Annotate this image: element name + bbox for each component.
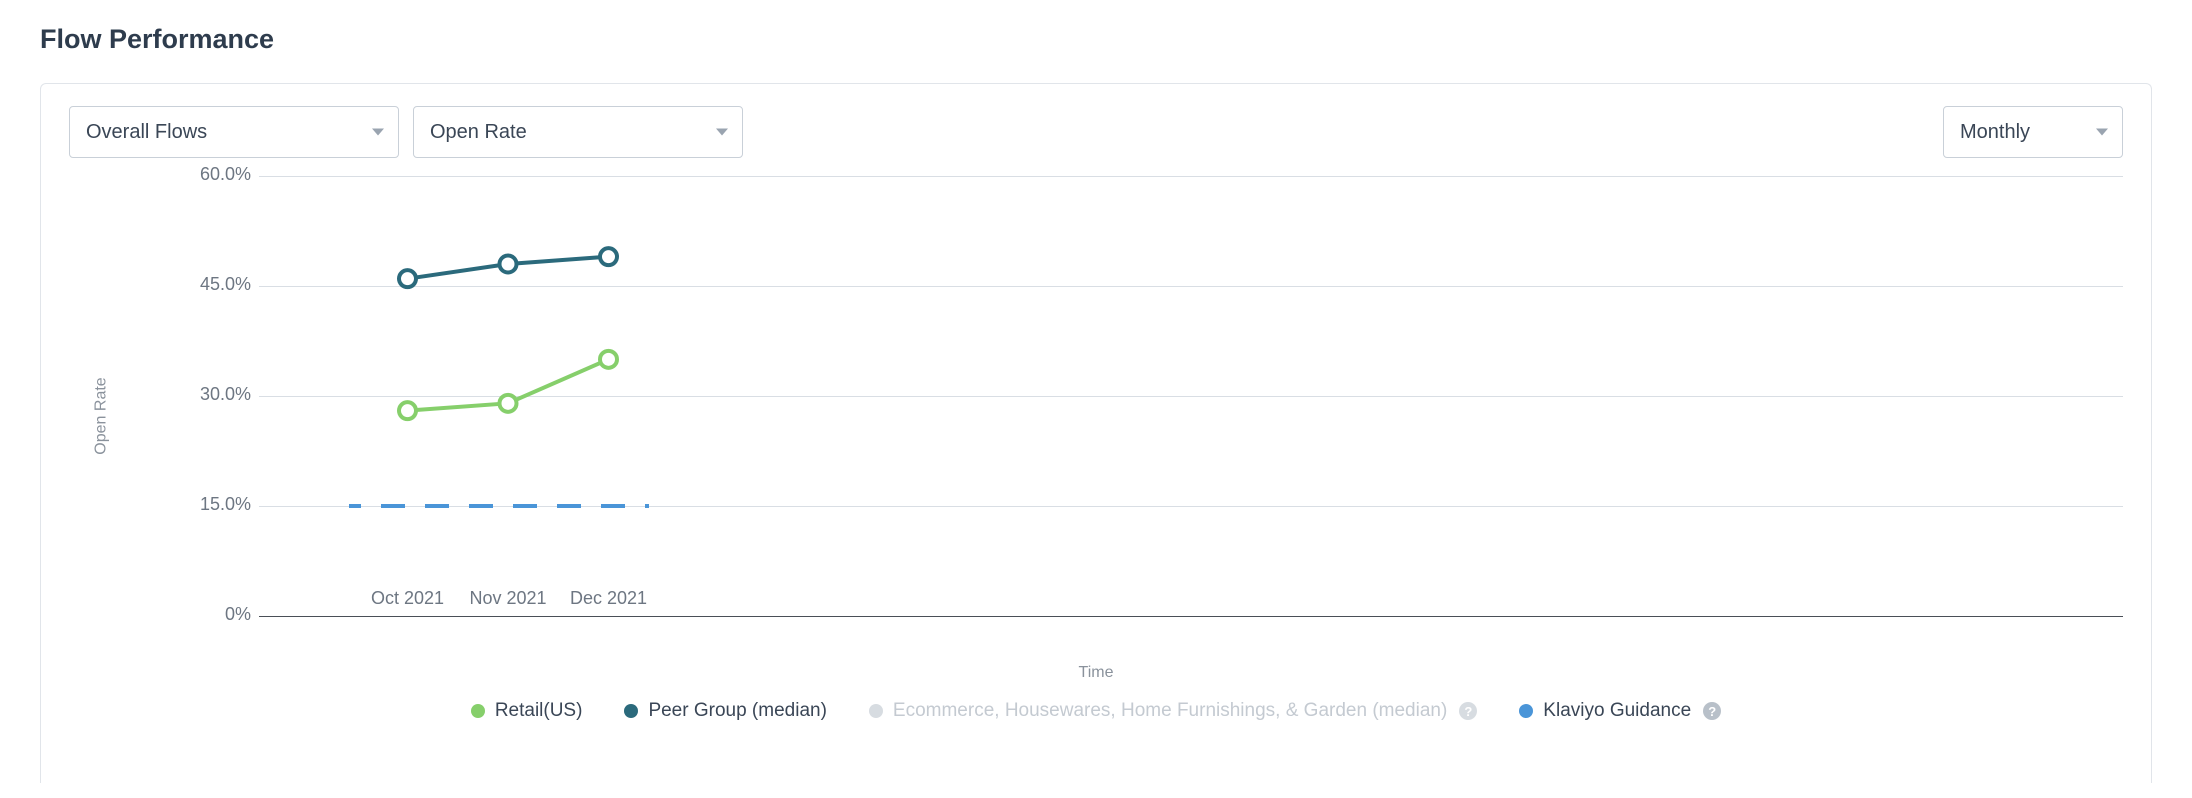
help-icon[interactable]: ?: [1459, 702, 1477, 720]
interval-select[interactable]: Monthly: [1943, 106, 2123, 158]
metric-select-value: Open Rate: [430, 121, 527, 144]
chart-area: Open Rate 60.0%45.0%30.0%15.0%0% Oct 202…: [69, 176, 2123, 656]
series-marker[interactable]: [399, 402, 416, 419]
section-title: Flow Performance: [40, 24, 2152, 55]
metric-select[interactable]: Open Rate: [413, 106, 743, 158]
series-marker[interactable]: [500, 395, 517, 412]
legend-dot-icon: [624, 704, 638, 718]
legend-item-ecommerce[interactable]: Ecommerce, Housewares, Home Furnishings,…: [869, 700, 1477, 722]
legend-label: Peer Group (median): [648, 700, 826, 722]
legend-dot-icon: [1519, 704, 1533, 718]
y-tick-label: 45.0%: [171, 274, 251, 295]
plot-region: 60.0%45.0%30.0%15.0%0% Oct 2021Nov 2021D…: [159, 176, 2123, 616]
series-marker[interactable]: [600, 351, 617, 368]
flow-performance-panel: Overall Flows Open Rate Monthly Open Rat…: [40, 83, 2152, 783]
flow-select[interactable]: Overall Flows: [69, 106, 399, 158]
x-tick-label: Oct 2021: [371, 588, 444, 609]
series-marker[interactable]: [600, 248, 617, 265]
interval-select-value: Monthly: [1960, 121, 2030, 144]
legend-label: Ecommerce, Housewares, Home Furnishings,…: [893, 700, 1447, 722]
x-ticks: Oct 2021 Nov 2021 Dec 2021: [349, 582, 2123, 616]
y-tick-label: 0%: [171, 604, 251, 625]
legend-item-guidance[interactable]: Klaviyo Guidance ?: [1519, 700, 1721, 722]
chevron-down-icon: [716, 129, 728, 136]
legend-item-peer[interactable]: Peer Group (median): [624, 700, 826, 722]
legend-label: Retail(US): [495, 700, 583, 722]
y-tick-label: 30.0%: [171, 384, 251, 405]
series-marker[interactable]: [399, 270, 416, 287]
x-tick-label: Nov 2021: [469, 588, 546, 609]
legend-dot-icon: [869, 704, 883, 718]
y-tick-label: 15.0%: [171, 494, 251, 515]
chevron-down-icon: [2096, 129, 2108, 136]
chart-toolbar: Overall Flows Open Rate Monthly: [69, 106, 2123, 158]
x-tick-label: Dec 2021: [570, 588, 647, 609]
y-axis-label: Open Rate: [93, 377, 111, 454]
y-tick-label: 60.0%: [171, 164, 251, 185]
legend-dot-icon: [471, 704, 485, 718]
legend-label: Klaviyo Guidance: [1543, 700, 1691, 722]
chart-legend: Retail(US) Peer Group (median) Ecommerce…: [69, 700, 2123, 722]
help-icon[interactable]: ?: [1703, 702, 1721, 720]
flow-select-value: Overall Flows: [86, 121, 207, 144]
legend-item-retail[interactable]: Retail(US): [471, 700, 583, 722]
series-marker[interactable]: [500, 256, 517, 273]
x-axis-label: Time: [69, 664, 2123, 682]
chevron-down-icon: [372, 129, 384, 136]
series-svg: [349, 176, 649, 616]
